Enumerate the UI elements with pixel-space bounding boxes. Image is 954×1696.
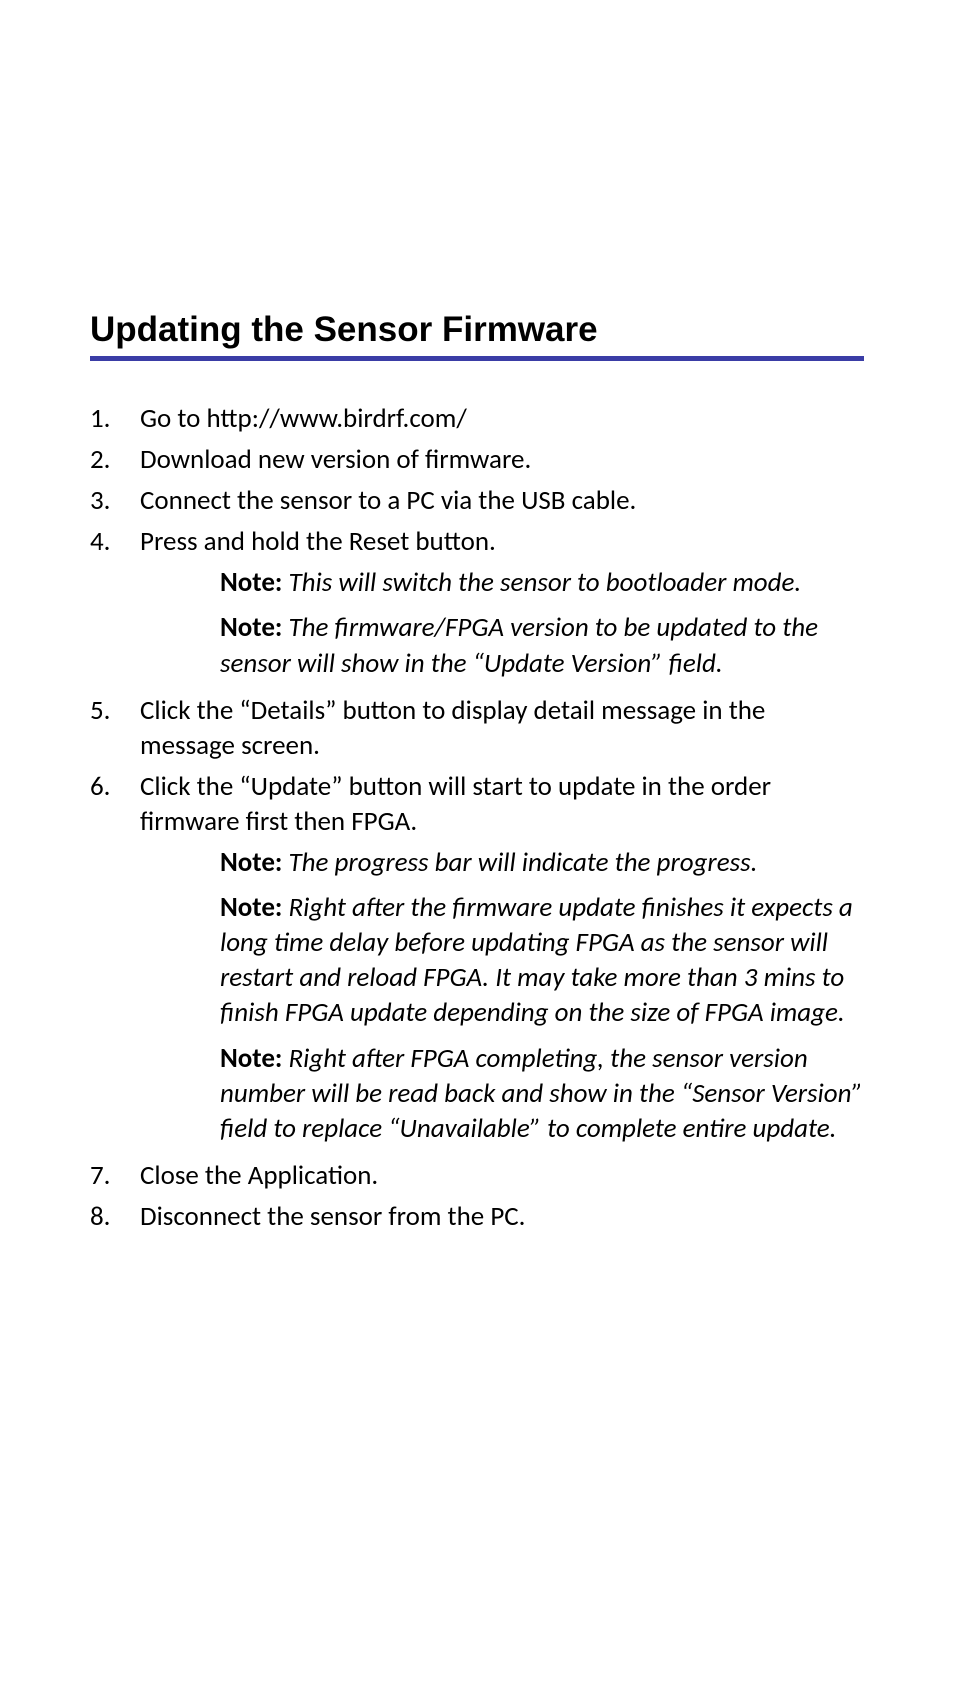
note-text: Right after FPGA completing, the sensor … <box>220 1042 863 1145</box>
note-label: Note: <box>220 846 282 879</box>
step-number: 5. <box>90 693 140 763</box>
note-text: This will switch the sensor to bootloade… <box>288 566 801 599</box>
note-label: Note: <box>220 1042 282 1075</box>
step-number: 1. <box>90 401 140 436</box>
step-number: 2. <box>90 442 140 477</box>
step-number: 8. <box>90 1199 140 1234</box>
step-text: Press and hold the Reset button. <box>140 524 864 559</box>
steps-list: 1.Go to http://www.birdrf.com/2.Download… <box>90 401 864 1234</box>
step-text: Click the “Update” button will start to … <box>140 769 864 839</box>
step-number: 7. <box>90 1158 140 1193</box>
step-text: Click the “Details” button to display de… <box>140 693 864 763</box>
step-text: Go to http://www.birdrf.com/ <box>140 401 864 436</box>
note-text: Right after the firmware update finishes… <box>220 891 853 1029</box>
step-number: 3. <box>90 483 140 518</box>
step-item: 4.Press and hold the Reset button. <box>90 524 864 559</box>
step-text: Connect the sensor to a PC via the USB c… <box>140 483 864 518</box>
note-text: The progress bar will indicate the progr… <box>288 846 757 879</box>
note-label: Note: <box>220 566 282 599</box>
note-text: The firmware/FPGA version to be updated … <box>220 611 818 679</box>
step-item: 1.Go to http://www.birdrf.com/ <box>90 401 864 436</box>
note-item: Note: Right after the firmware update fi… <box>220 890 864 1030</box>
notes-block: Note: This will switch the sensor to boo… <box>220 565 864 680</box>
step-item: 8.Disconnect the sensor from the PC. <box>90 1199 864 1234</box>
note-item: Note: The progress bar will indicate the… <box>220 845 864 880</box>
note-label: Note: <box>220 611 282 644</box>
note-label: Note: <box>220 891 282 924</box>
notes-block: Note: The progress bar will indicate the… <box>220 845 864 1146</box>
section-heading: Updating the Sensor Firmware <box>90 310 864 361</box>
step-number: 4. <box>90 524 140 559</box>
step-item: 2.Download new version of firmware. <box>90 442 864 477</box>
step-number: 6. <box>90 769 140 839</box>
step-item: 6.Click the “Update” button will start t… <box>90 769 864 839</box>
step-text: Download new version of firmware. <box>140 442 864 477</box>
step-item: 7.Close the Application. <box>90 1158 864 1193</box>
step-text: Close the Application. <box>140 1158 864 1193</box>
step-item: 3.Connect the sensor to a PC via the USB… <box>90 483 864 518</box>
note-item: Note: The firmware/FPGA version to be up… <box>220 610 864 680</box>
note-item: Note: Right after FPGA completing, the s… <box>220 1041 864 1146</box>
note-item: Note: This will switch the sensor to boo… <box>220 565 864 600</box>
step-item: 5.Click the “Details” button to display … <box>90 693 864 763</box>
step-text: Disconnect the sensor from the PC. <box>140 1199 864 1234</box>
